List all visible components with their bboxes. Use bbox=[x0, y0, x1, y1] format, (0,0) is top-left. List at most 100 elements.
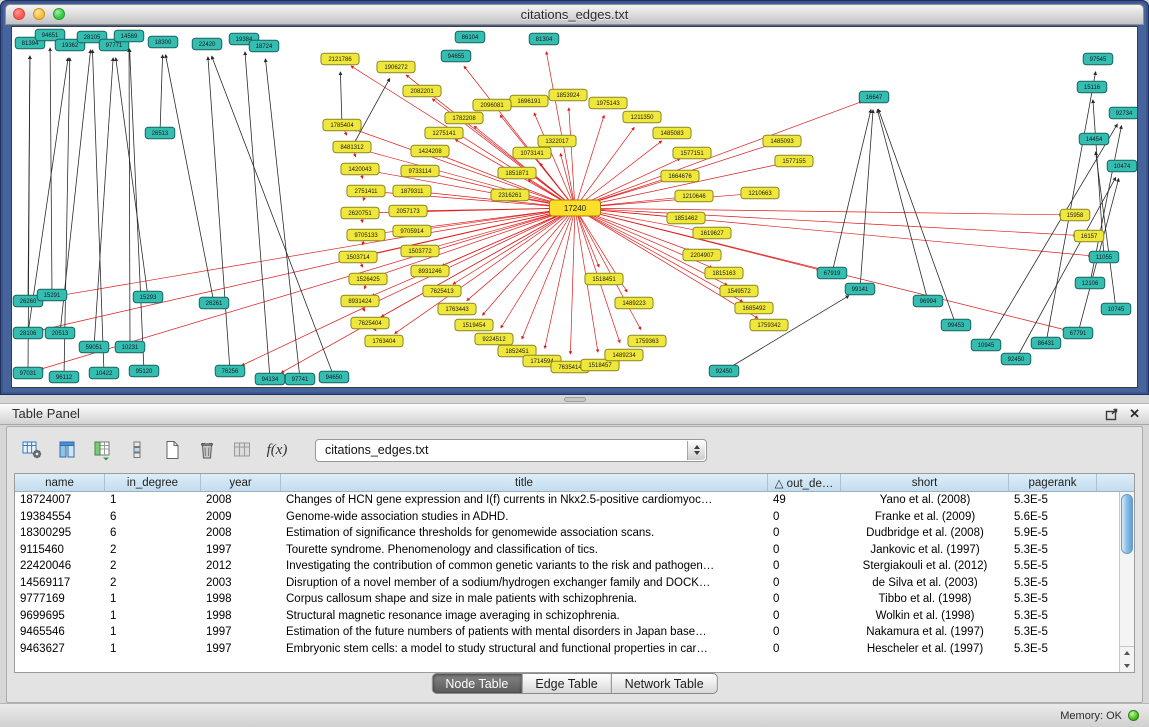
graph-node[interactable]: 1210663 bbox=[741, 187, 779, 199]
graph-node[interactable]: 92734 bbox=[1109, 107, 1137, 119]
graph-node[interactable]: 2204907 bbox=[683, 249, 721, 261]
merge-table-icon[interactable] bbox=[229, 437, 255, 463]
graph-node[interactable]: 99453 bbox=[941, 319, 971, 331]
graph-node[interactable]: 2082201 bbox=[403, 85, 441, 97]
graph-node[interactable]: 16157 bbox=[1074, 230, 1104, 242]
graph-node[interactable]: 81304 bbox=[529, 33, 559, 45]
show-columns-icon[interactable] bbox=[54, 437, 80, 463]
graph-node[interactable]: 94650 bbox=[319, 371, 349, 383]
table-row[interactable]: 911546021997Tourette syndrome. Phenomeno… bbox=[15, 542, 1119, 559]
graph-node[interactable]: 14569 bbox=[114, 30, 144, 42]
graph-node[interactable]: 2057173 bbox=[389, 205, 427, 217]
graph-node[interactable]: 1685492 bbox=[735, 302, 773, 314]
graph-node[interactable]: 1851462 bbox=[667, 212, 705, 224]
table-row[interactable]: 977716911998Corpus callosum shape and si… bbox=[15, 591, 1119, 608]
graph-node[interactable]: 15116 bbox=[1077, 81, 1107, 93]
graph-node[interactable]: 2096081 bbox=[473, 99, 511, 111]
scroll-up-button[interactable] bbox=[1120, 647, 1134, 660]
graph-node[interactable]: 1485093 bbox=[763, 135, 801, 147]
graph-node[interactable]: 1851871 bbox=[498, 167, 536, 179]
graph-node[interactable]: 26513 bbox=[145, 127, 175, 139]
panel-resize-handle[interactable] bbox=[564, 397, 586, 402]
graph-node[interactable]: 1503714 bbox=[339, 251, 377, 263]
graph-node[interactable]: 1763443 bbox=[438, 303, 476, 315]
graph-node[interactable]: 1211350 bbox=[623, 111, 661, 123]
graph-node[interactable]: 7625413 bbox=[423, 285, 461, 297]
graph-node[interactable]: 97741 bbox=[285, 373, 315, 385]
graph-node[interactable]: 2620751 bbox=[341, 207, 379, 219]
column-header-in_degree[interactable]: in_degree bbox=[105, 474, 201, 491]
zoom-window-icon[interactable] bbox=[53, 8, 65, 20]
graph-node[interactable]: 86104 bbox=[455, 31, 485, 43]
graph-node[interactable]: 11055 bbox=[1089, 251, 1119, 263]
graph-node[interactable]: 10422 bbox=[89, 367, 119, 379]
graph-node[interactable]: 1489234 bbox=[605, 349, 643, 361]
table-row[interactable]: 969969511998Structural magnetic resonanc… bbox=[15, 608, 1119, 625]
import-table-icon[interactable] bbox=[89, 437, 115, 463]
graph-node[interactable]: 1782208 bbox=[445, 112, 483, 124]
graph-node[interactable]: 1489223 bbox=[615, 297, 653, 309]
graph-node[interactable]: 1759363 bbox=[628, 335, 666, 347]
graph-node[interactable]: 9705133 bbox=[347, 229, 385, 241]
close-panel-icon[interactable]: ✕ bbox=[1129, 404, 1140, 424]
graph-node[interactable]: 92450 bbox=[709, 365, 739, 377]
graph-node[interactable]: 1073141 bbox=[513, 147, 551, 159]
graph-node[interactable]: 96994 bbox=[913, 295, 943, 307]
graph-node[interactable]: 9705914 bbox=[393, 225, 431, 237]
graph-node[interactable]: 1879311 bbox=[393, 185, 431, 197]
graph-node[interactable]: 10231 bbox=[115, 341, 145, 353]
graph-node[interactable]: 1619627 bbox=[693, 227, 731, 239]
graph-node[interactable]: 8931424 bbox=[341, 295, 379, 307]
table-row[interactable]: 1456911722003Disruption of a novel membe… bbox=[15, 575, 1119, 592]
graph-node[interactable]: 1275141 bbox=[425, 127, 463, 139]
graph-node[interactable]: 1210646 bbox=[675, 190, 713, 202]
row-selector-icon[interactable] bbox=[124, 437, 150, 463]
graph-node[interactable]: 20513 bbox=[45, 327, 75, 339]
graph-node[interactable]: 95120 bbox=[129, 365, 159, 377]
graph-node[interactable]: 14454 bbox=[1079, 133, 1109, 145]
table-row[interactable]: 1830029562008Estimation of significance … bbox=[15, 525, 1119, 542]
graph-node[interactable]: 86431 bbox=[1031, 337, 1061, 349]
graph-node[interactable]: 2751411 bbox=[347, 185, 385, 197]
graph-node[interactable]: 1785404 bbox=[323, 119, 361, 131]
graph-node[interactable]: 1664676 bbox=[661, 170, 699, 182]
table-row[interactable]: 2242004622012Investigating the contribut… bbox=[15, 558, 1119, 575]
tab-node-table[interactable]: Node Table bbox=[431, 673, 522, 694]
graph-node[interactable]: 1577155 bbox=[775, 155, 813, 167]
window-titlebar[interactable]: citations_edges.txt bbox=[5, 4, 1144, 25]
graph-node[interactable]: 2316261 bbox=[491, 189, 529, 201]
graph-node[interactable]: 2121786 bbox=[321, 53, 359, 65]
column-header-title[interactable]: title bbox=[281, 474, 768, 491]
network-canvas[interactable]: 1724016961911853924197514312113501485083… bbox=[11, 26, 1138, 388]
table-selector-dropdown[interactable]: citations_edges.txt bbox=[315, 439, 707, 462]
scroll-down-button[interactable] bbox=[1120, 660, 1134, 673]
graph-node[interactable]: 9224512 bbox=[475, 333, 513, 345]
graph-node[interactable]: 1853924 bbox=[549, 89, 587, 101]
scrollbar-thumb[interactable] bbox=[1121, 494, 1133, 554]
graph-node[interactable]: 17240 bbox=[550, 200, 601, 216]
graph-node[interactable]: 18724 bbox=[249, 40, 279, 52]
graph-node[interactable]: 1696191 bbox=[510, 95, 548, 107]
graph-node[interactable]: 1420043 bbox=[341, 163, 379, 175]
tab-edge-table[interactable]: Edge Table bbox=[522, 673, 611, 694]
graph-node[interactable]: 1906272 bbox=[377, 61, 415, 73]
graph-node[interactable]: 15293 bbox=[133, 291, 163, 303]
delete-table-icon[interactable] bbox=[194, 437, 220, 463]
graph-node[interactable]: 67791 bbox=[1063, 327, 1093, 339]
graph-node[interactable]: 1424208 bbox=[411, 145, 449, 157]
graph-node[interactable]: 1815163 bbox=[705, 267, 743, 279]
graph-node[interactable]: 10474 bbox=[1107, 160, 1137, 172]
graph-node[interactable]: 1549572 bbox=[720, 285, 758, 297]
graph-node[interactable]: 9733114 bbox=[401, 165, 439, 177]
column-header-out_de[interactable]: △ out_de… bbox=[768, 474, 841, 491]
graph-node[interactable]: 99141 bbox=[845, 283, 875, 295]
table-settings-icon[interactable] bbox=[19, 437, 45, 463]
graph-node[interactable]: 1503772 bbox=[401, 245, 439, 257]
new-document-icon[interactable] bbox=[159, 437, 185, 463]
graph-node[interactable]: 59051 bbox=[79, 341, 109, 353]
graph-node[interactable]: 15291 bbox=[37, 289, 67, 301]
graph-node[interactable]: 28106 bbox=[13, 327, 43, 339]
graph-node[interactable]: 1519454 bbox=[455, 319, 493, 331]
graph-node[interactable]: 96112 bbox=[49, 371, 79, 383]
graph-node[interactable]: 10945 bbox=[971, 339, 1001, 351]
